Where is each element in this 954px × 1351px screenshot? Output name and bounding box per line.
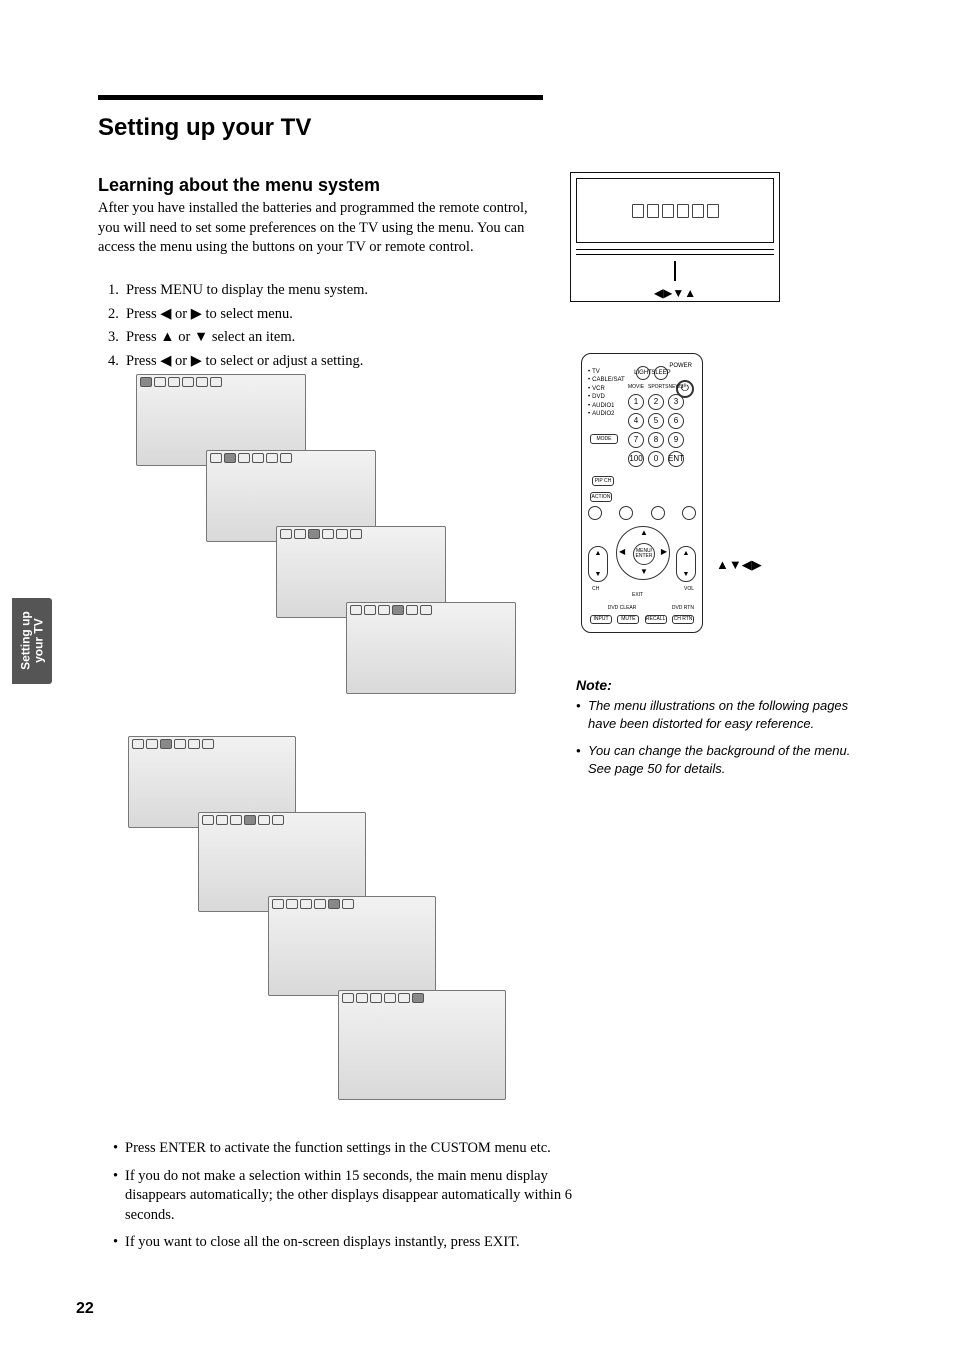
tv-nav-glyphs: ◀▶▼▲ <box>571 285 779 301</box>
tv-screen <box>576 178 774 243</box>
bottom-note-2: If you do not make a selection within 15… <box>113 1167 573 1226</box>
side-notes: The menu illustrations on the following … <box>576 697 856 787</box>
bottom-notes: Press ENTER to activate the function set… <box>113 1139 573 1261</box>
step-3-text: Press ▲ or ▼ select an item. <box>126 329 295 345</box>
step-4: 4.Press ◀ or ▶ to select or adjust a set… <box>108 352 538 372</box>
nav-ring: MENU/ENTER ▲▼◀▶ <box>616 526 670 580</box>
action-button: ACTION <box>590 492 612 502</box>
step-2: 2.Press ◀ or ▶ to select menu. <box>108 305 538 325</box>
intro-paragraph: After you have installed the batteries a… <box>98 199 546 258</box>
subsection-heading: Learning about the menu system <box>98 173 380 197</box>
menu-cascade-figure-1 <box>136 374 546 704</box>
bottom-button-row: INPUT MUTE RECALL CH RTN <box>590 615 694 624</box>
menu-enter-button: MENU/ENTER <box>633 543 655 565</box>
page-number: 22 <box>76 1298 94 1320</box>
remote-nav-glyphs: ▲▼◀▶ <box>716 556 762 574</box>
bottom-note-3: If you want to close all the on-screen d… <box>113 1233 573 1253</box>
steps-list: 1.Press MENU to display the menu system.… <box>108 281 538 375</box>
step-1-text: Press MENU to display the menu system. <box>126 282 368 298</box>
tv-illustration: ◀▶▼▲ <box>570 172 780 302</box>
exit-label: EXIT <box>632 592 643 599</box>
pip-ch-button: PIP CH <box>592 476 614 486</box>
side-note-2: You can change the background of the men… <box>576 742 856 777</box>
light-button: LIGHT <box>636 366 650 380</box>
section-rule <box>98 95 543 100</box>
side-tab-line2: your TV <box>31 619 45 664</box>
sleep-button: SLEEP <box>654 366 668 380</box>
bottom-note-1: Press ENTER to activate the function set… <box>113 1139 573 1159</box>
remote-illustration: POWER LIGHT SLEEP TV CABLE/SAT VCR DVD A… <box>581 353 703 633</box>
side-tab-line1: Setting up <box>18 612 32 671</box>
note-heading: Note: <box>576 676 612 695</box>
vol-rocker: ▲▼ <box>676 546 696 582</box>
ch-rocker: ▲▼ <box>588 546 608 582</box>
menu-cascade-figure-2 <box>128 736 546 1124</box>
step-3: 3.Press ▲ or ▼ select an item. <box>108 328 538 348</box>
alpha-sort-button <box>682 506 696 520</box>
side-note-1: The menu illustrations on the following … <box>576 697 856 732</box>
section-title: Setting up your TV <box>98 112 311 144</box>
step-1: 1.Press MENU to display the menu system. <box>108 281 538 301</box>
side-tab: Setting upyour TV <box>12 598 52 684</box>
mode-indicator-labels: TV CABLE/SAT VCR DVD AUDIO1 AUDIO2 <box>588 368 625 418</box>
info-button <box>619 506 633 520</box>
mode-button: MODE <box>590 434 618 444</box>
guide-button <box>588 506 602 520</box>
number-pad: 123 456 789 1000ENT <box>628 394 684 467</box>
favorite-button <box>651 506 665 520</box>
step-2-text: Press ◀ or ▶ to select menu. <box>126 306 293 322</box>
step-4-text: Press ◀ or ▶ to select or adjust a setti… <box>126 353 363 369</box>
power-label: POWER <box>669 362 692 370</box>
ch-label: CH <box>592 586 599 593</box>
vol-label: VOL <box>684 586 694 593</box>
